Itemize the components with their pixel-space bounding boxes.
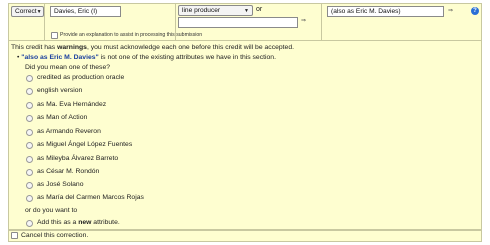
option-label: english version — [37, 87, 83, 94]
status-select[interactable]: Correct ▼ — [11, 6, 44, 17]
attribute-input[interactable]: (also as Eric M. Davies) — [327, 6, 444, 17]
option-label: as José Solano — [37, 181, 84, 188]
option-label: as María del Carmen Marcos Rojas — [37, 194, 144, 201]
warning-intro-start: This credit has — [11, 44, 58, 51]
bullet: • — [17, 54, 20, 61]
add-new-bold: new — [78, 219, 92, 226]
warning-item-rest: is not one of the existing attributes we… — [98, 54, 276, 61]
name-input[interactable]: Davies, Eric (I) — [50, 6, 121, 17]
help-icon[interactable]: ? — [471, 7, 479, 15]
option-radio[interactable] — [26, 182, 33, 189]
option-label: as Man of Action — [37, 114, 88, 121]
option-radio[interactable] — [26, 102, 33, 109]
warning-item: • "also as Eric M. Davies" is not one of… — [17, 54, 276, 61]
option-radio[interactable] — [26, 195, 33, 202]
role-select[interactable]: line producer ▼ — [178, 5, 253, 16]
cell-divider — [44, 4, 45, 40]
cell-divider — [321, 4, 322, 40]
attribute-input-value: (also as Eric M. Davies) — [331, 8, 401, 15]
cancel-checkbox[interactable] — [11, 232, 18, 239]
option-label: as Ma. Eva Hernández — [37, 101, 107, 108]
cancel-label: Cancel this correction. — [21, 232, 89, 239]
warning-intro: This credit has warnings, you must ackno… — [11, 44, 294, 51]
warning-intro-bold: warnings — [57, 44, 87, 51]
or-prompt: or do you want to — [25, 207, 78, 214]
option-label: as Mileyba Álvarez Barreto — [37, 155, 119, 162]
name-input-value: Davies, Eric (I) — [54, 8, 98, 15]
arrow-right-icon: ⇒ — [301, 18, 307, 24]
or-label: or — [256, 6, 263, 13]
warning-intro-end: , you must acknowledge each one before t… — [86, 44, 294, 51]
arrow-right-icon: ⇒ — [448, 8, 454, 14]
option-radio[interactable] — [26, 75, 33, 82]
option-radio[interactable] — [26, 115, 33, 122]
suggestion-prompt: Did you mean one of these? — [25, 64, 111, 71]
explanation-label: Provide an explanation to assist in proc… — [60, 32, 203, 38]
option-radio[interactable] — [26, 156, 33, 163]
option-label: as César M. Rondón — [37, 168, 100, 175]
explanation-checkbox[interactable] — [51, 32, 58, 39]
chevron-down-icon: ▼ — [36, 8, 42, 15]
add-new-end: attribute. — [91, 219, 120, 226]
option-label: as Miguel Ángel López Fuentes — [37, 141, 133, 148]
add-new-label: Add this as a new attribute. — [37, 219, 120, 226]
role-select-value: line producer — [182, 7, 221, 14]
option-radio[interactable] — [26, 169, 33, 176]
option-radio[interactable] — [26, 129, 33, 136]
role-text-input[interactable] — [178, 17, 298, 28]
option-radio[interactable] — [26, 88, 33, 95]
attribute-quote: "also as Eric M. Davies" — [21, 54, 99, 61]
option-radio[interactable] — [26, 142, 33, 149]
add-new-radio[interactable] — [26, 220, 33, 227]
chevron-down-icon: ▼ — [244, 7, 249, 14]
option-label: credited as production oracle — [37, 74, 125, 81]
add-new-start: Add this as a — [37, 219, 79, 226]
status-select-value: Correct — [15, 8, 37, 15]
option-label: as Armando Reveron — [37, 128, 101, 135]
